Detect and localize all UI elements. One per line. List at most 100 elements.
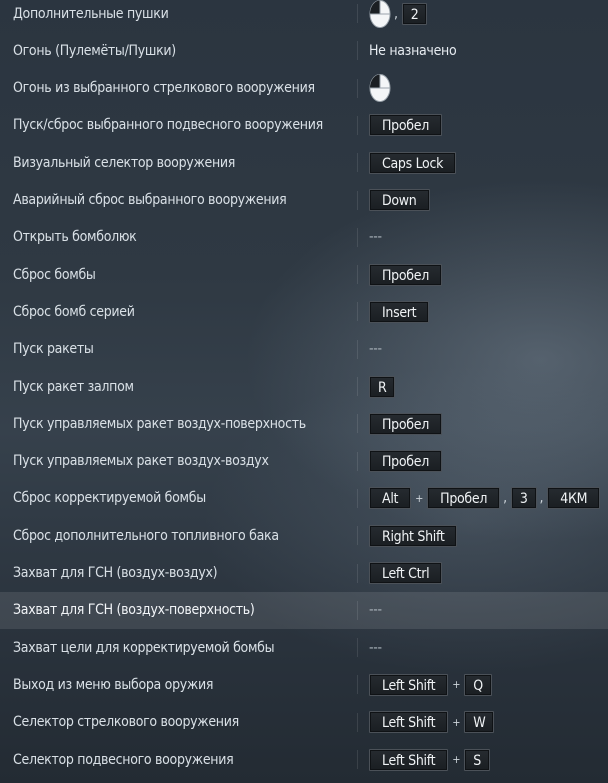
control-label: Захват для ГСН (воздух-воздух) xyxy=(13,565,218,581)
binding-cell[interactable]: Left Ctrl xyxy=(369,555,443,592)
mouse-left-button-icon xyxy=(369,73,391,103)
binding-cell[interactable]: Left Shift + S xyxy=(369,741,490,778)
key-badge[interactable]: Пробел xyxy=(369,263,442,286)
key-badge[interactable]: Left Shift xyxy=(369,711,449,734)
key-badge[interactable]: Alt xyxy=(369,487,412,510)
key-badge[interactable]: Пробел xyxy=(369,114,442,137)
key-badge[interactable]: Right Shift xyxy=(369,524,458,547)
control-row[interactable]: Сброс бомбы Пробел xyxy=(0,256,608,293)
control-row[interactable]: Пуск ракеты --- xyxy=(0,331,608,368)
control-label: Огонь из выбранного стрелкового вооружен… xyxy=(13,80,315,97)
unassigned-dash: --- xyxy=(369,341,382,358)
key-badge[interactable]: 2 xyxy=(401,2,428,25)
binding-cell[interactable]: Пробел xyxy=(369,107,442,144)
control-row[interactable]: Пуск/сброс выбранного подвесного вооруже… xyxy=(0,107,608,144)
column-divider xyxy=(357,78,358,98)
column-divider xyxy=(357,41,358,61)
control-label: Пуск управляемых ракет воздух-воздух xyxy=(13,453,269,470)
control-label: Захват цели для корректируемой бомбы xyxy=(13,639,275,656)
comma-separator: , xyxy=(503,490,507,507)
binding-cell[interactable]: Down xyxy=(369,182,430,219)
binding-cell[interactable]: ,2 xyxy=(369,0,428,32)
binding-cell[interactable]: --- xyxy=(369,219,382,256)
column-divider xyxy=(357,414,358,434)
key-badge[interactable]: Left Ctrl xyxy=(369,562,443,584)
key-badge[interactable]: Пробел xyxy=(369,450,442,473)
key-badge[interactable]: Пробел xyxy=(427,487,501,510)
key-badge[interactable]: Q xyxy=(464,673,492,696)
unassigned-dash: --- xyxy=(369,639,382,656)
control-label: Пуск/сброс выбранного подвесного вооруже… xyxy=(13,117,323,134)
control-row[interactable]: Сброс корректируемой бомбы Alt + Пробел, 3, 4… xyxy=(0,480,608,517)
control-label: Сброс корректируемой бомбы xyxy=(13,490,206,507)
control-row[interactable]: Дополнительные пушки, 2 xyxy=(0,0,608,32)
binding-cell[interactable]: Пробел xyxy=(369,256,442,293)
key-badge[interactable]: Caps Lock xyxy=(369,151,457,174)
control-row[interactable]: Аварийный сброс выбранного вооружения Dow… xyxy=(0,182,608,219)
control-label: Сброс бомб серией xyxy=(13,303,135,320)
control-row[interactable]: Пуск управляемых ракет воздух-воздух Проб… xyxy=(0,443,608,480)
unassigned-dash: --- xyxy=(369,602,382,619)
control-row[interactable]: Открыть бомболюк --- xyxy=(0,219,608,256)
control-row[interactable]: Огонь из выбранного стрелкового вооружен… xyxy=(0,70,608,107)
control-label: Аварийный сброс выбранного вооружения xyxy=(13,192,287,208)
comma-separator: , xyxy=(394,5,398,22)
key-badge[interactable]: 3 xyxy=(510,487,537,510)
binding-cell[interactable]: --- xyxy=(369,592,382,629)
control-label: Пуск управляемых ракет воздух-поверхност… xyxy=(13,415,306,432)
controls-list: Дополнительные пушки, 2 Огонь (Пулемёты/Пу… xyxy=(0,0,608,783)
control-row[interactable]: Пуск управляемых ракет воздух-поверхност… xyxy=(0,405,608,442)
binding-cell[interactable]: Insert xyxy=(369,293,430,330)
binding-cell[interactable]: --- xyxy=(369,331,382,368)
binding-cell[interactable]: Left Shift + W xyxy=(369,704,495,741)
control-row[interactable]: Визуальный селектор вооружения Caps Lock xyxy=(0,144,608,181)
control-row[interactable]: Сброс дополнительного топливного бака Rig… xyxy=(0,517,608,554)
control-label: Селектор подвесного вооружения xyxy=(13,751,234,768)
control-row[interactable]: Захват цели для корректируемой бомбы --- xyxy=(0,629,608,666)
key-badge[interactable]: Пробел xyxy=(369,412,442,435)
control-label: Захват для ГСН (воздух-поверхность) xyxy=(13,602,255,619)
column-divider xyxy=(357,153,358,173)
key-badge[interactable]: S xyxy=(464,748,490,771)
control-label: Селектор стрелкового вооружения xyxy=(13,714,239,731)
binding-cell[interactable]: Left Shift + Q xyxy=(369,666,492,703)
control-row[interactable]: Огонь (Пулемёты/Пушки) Не назначено xyxy=(0,32,608,69)
control-row[interactable]: Селектор стрелкового вооружения Left Shif… xyxy=(0,704,608,741)
column-divider xyxy=(357,488,358,508)
binding-cell[interactable] xyxy=(369,70,391,107)
binding-cell[interactable]: Пробел xyxy=(369,405,442,442)
column-divider xyxy=(357,302,358,322)
column-divider xyxy=(357,600,358,620)
binding-cell[interactable]: Alt + Пробел, 3, 4КМ xyxy=(369,480,601,517)
binding-cell[interactable]: Не назначено xyxy=(369,32,457,69)
key-badge[interactable]: Down xyxy=(369,189,430,211)
control-row[interactable]: Выход из меню выбора оружия Left Shift + Q xyxy=(0,666,608,703)
key-badge[interactable]: Left Shift xyxy=(369,748,449,771)
binding-cell[interactable]: Right Shift xyxy=(369,517,458,554)
binding-cell[interactable]: --- xyxy=(369,629,382,666)
control-label: Огонь (Пулемёты/Пушки) xyxy=(13,42,176,59)
control-row[interactable]: Захват для ГСН (воздух-воздух) Left Ctrl xyxy=(0,555,608,592)
key-badge[interactable]: W xyxy=(464,711,495,734)
control-label: Пуск ракет залпом xyxy=(13,378,134,395)
key-badge[interactable]: Insert xyxy=(369,300,430,323)
control-label: Открыть бомболюк xyxy=(13,229,137,246)
unassigned-dash: --- xyxy=(369,229,382,246)
control-row[interactable]: Сброс бомб серией Insert xyxy=(0,293,608,330)
control-row[interactable]: Пуск ракет залпом R xyxy=(0,368,608,405)
column-divider xyxy=(357,190,358,210)
control-row[interactable]: Селектор подвесного вооружения Left Shift… xyxy=(0,741,608,778)
column-divider xyxy=(357,377,358,396)
key-badge[interactable]: R xyxy=(369,375,396,398)
column-divider xyxy=(357,339,358,359)
binding-cell[interactable]: Caps Lock xyxy=(369,144,457,181)
key-badge[interactable]: 4КМ xyxy=(547,487,601,510)
control-label: Выход из меню выбора оружия xyxy=(13,676,214,693)
column-divider xyxy=(357,4,358,23)
control-row[interactable]: Захват для ГСН (воздух-поверхность) --- xyxy=(0,591,608,629)
binding-cell[interactable]: R xyxy=(369,368,396,405)
key-badge[interactable]: Left Shift xyxy=(369,673,449,696)
column-divider xyxy=(357,265,358,285)
column-divider xyxy=(357,526,358,546)
binding-cell[interactable]: Пробел xyxy=(369,443,442,480)
